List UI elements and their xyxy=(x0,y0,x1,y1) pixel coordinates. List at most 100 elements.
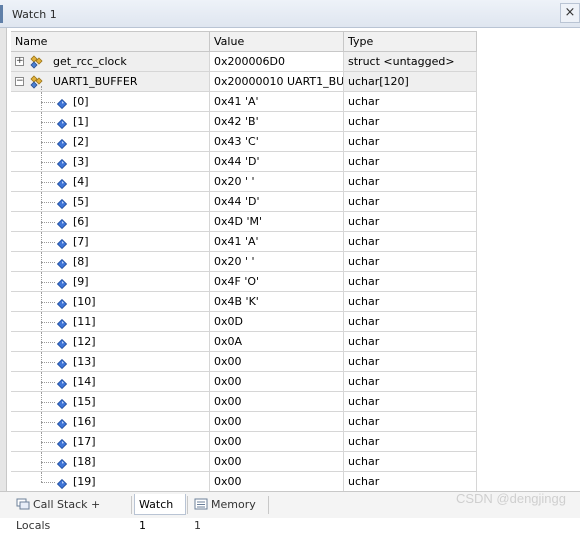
buffer-element-row[interactable]: [5] 0x44 'D' uchar xyxy=(11,192,477,212)
value-cell[interactable]: 0x0A xyxy=(210,332,344,351)
type-cell: uchar xyxy=(344,192,477,211)
value-cell[interactable]: 0x4F 'O' xyxy=(210,272,344,291)
type-cell: uchar xyxy=(344,352,477,371)
left-gutter xyxy=(0,28,7,491)
buffer-element-row[interactable]: [11] 0x0D uchar xyxy=(11,312,477,332)
type-cell: uchar xyxy=(344,292,477,311)
name-cell: [6] xyxy=(11,212,210,231)
value-cell[interactable]: 0x0D xyxy=(210,312,344,331)
value-cell[interactable]: 0x00 xyxy=(210,412,344,431)
expand-icon[interactable]: + xyxy=(15,57,24,66)
buffer-element-row[interactable]: [19] 0x00 uchar xyxy=(11,472,477,492)
name-cell: [19] xyxy=(11,472,210,491)
type-cell: uchar xyxy=(344,92,477,111)
tree-branch xyxy=(41,422,55,423)
buffer-element-row[interactable]: [14] 0x00 uchar xyxy=(11,372,477,392)
element-icon xyxy=(56,196,68,210)
buffer-element-row[interactable]: [4] 0x20 ' ' uchar xyxy=(11,172,477,192)
tree-branch xyxy=(41,322,55,323)
type-cell: uchar[120] xyxy=(344,72,477,91)
tab-separator xyxy=(187,496,188,514)
buffer-element-row[interactable]: [9] 0x4F 'O' uchar xyxy=(11,272,477,292)
type-cell: uchar xyxy=(344,152,477,171)
value-cell[interactable]: 0x00 xyxy=(210,432,344,451)
type-cell: uchar xyxy=(344,332,477,351)
buffer-element-row[interactable]: [15] 0x00 uchar xyxy=(11,392,477,412)
buffer-element-row[interactable]: [6] 0x4D 'M' uchar xyxy=(11,212,477,232)
element-index: [13] xyxy=(73,355,96,368)
type-cell: uchar xyxy=(344,212,477,231)
buffer-element-row[interactable]: [12] 0x0A uchar xyxy=(11,332,477,352)
buffer-element-row[interactable]: [2] 0x43 'C' uchar xyxy=(11,132,477,152)
tree-branch xyxy=(41,402,55,403)
value-cell[interactable]: 0x44 'D' xyxy=(210,192,344,211)
value-cell[interactable]: 0x200006D0 xyxy=(210,52,344,71)
column-header-type[interactable]: Type xyxy=(344,32,477,51)
buffer-element-row[interactable]: [16] 0x00 uchar xyxy=(11,412,477,432)
element-icon xyxy=(56,336,68,350)
tree-branch xyxy=(41,102,55,103)
buffer-element-row[interactable]: [0] 0x41 'A' uchar xyxy=(11,92,477,112)
collapse-icon[interactable]: − xyxy=(15,77,24,86)
name-cell: [9] xyxy=(11,272,210,291)
value-cell[interactable]: 0x00 xyxy=(210,352,344,371)
column-header-value[interactable]: Value xyxy=(210,32,344,51)
type-cell: uchar xyxy=(344,312,477,331)
value-cell[interactable]: 0x42 'B' xyxy=(210,112,344,131)
tab-watch-1[interactable]: Watch 1 xyxy=(134,494,186,532)
memory-icon xyxy=(194,496,208,510)
element-icon xyxy=(56,376,68,390)
struct-icon xyxy=(29,55,45,69)
name-cell: [17] xyxy=(11,432,210,451)
name-cell: [4] xyxy=(11,172,210,191)
value-cell[interactable]: 0x4D 'M' xyxy=(210,212,344,231)
tab-separator xyxy=(131,496,132,514)
value-cell[interactable]: 0x20 ' ' xyxy=(210,252,344,271)
buffer-element-row[interactable]: [18] 0x00 uchar xyxy=(11,452,477,472)
tree-branch xyxy=(41,202,55,203)
element-index: [0] xyxy=(73,95,89,108)
value-cell[interactable]: 0x00 xyxy=(210,452,344,471)
value-cell[interactable]: 0x4B 'K' xyxy=(210,292,344,311)
close-button[interactable]: × xyxy=(560,3,580,23)
watch-grid: Name Value Type + get_rcc_clock 0x200006D0… xyxy=(11,31,477,492)
name-cell: [16] xyxy=(11,412,210,431)
buffer-element-row[interactable]: [13] 0x00 uchar xyxy=(11,352,477,372)
buffer-element-row[interactable]: [10] 0x4B 'K' uchar xyxy=(11,292,477,312)
element-index: [5] xyxy=(73,195,89,208)
element-index: [16] xyxy=(73,415,96,428)
name-cell: [11] xyxy=(11,312,210,331)
tab-label: Watch 1 xyxy=(139,498,174,532)
element-icon xyxy=(56,136,68,150)
buffer-element-row[interactable]: [8] 0x20 ' ' uchar xyxy=(11,252,477,272)
value-cell[interactable]: 0x00 xyxy=(210,372,344,391)
watch-row[interactable]: + get_rcc_clock 0x200006D0 struct <untagged… xyxy=(11,52,477,72)
value-cell[interactable]: 0x44 'D' xyxy=(210,152,344,171)
call-stack-icon xyxy=(16,496,30,510)
buffer-element-row[interactable]: [17] 0x00 uchar xyxy=(11,432,477,452)
element-index: [7] xyxy=(73,235,89,248)
element-icon xyxy=(56,436,68,450)
buffer-element-row[interactable]: [7] 0x41 'A' uchar xyxy=(11,232,477,252)
column-header-name[interactable]: Name xyxy=(11,32,210,51)
element-icon xyxy=(56,316,68,330)
buffer-element-row[interactable]: [3] 0x44 'D' uchar xyxy=(11,152,477,172)
watch-row[interactable]: − UART1_BUFFER 0x20000010 UART1_BU... uchar… xyxy=(11,72,477,92)
value-cell[interactable]: 0x20 ' ' xyxy=(210,172,344,191)
value-cell[interactable]: 0x00 xyxy=(210,392,344,411)
tree-branch xyxy=(41,162,55,163)
element-index: [19] xyxy=(73,475,96,488)
element-icon xyxy=(56,296,68,310)
value-cell[interactable]: 0x00 xyxy=(210,472,344,491)
value-cell[interactable]: 0x41 'A' xyxy=(210,92,344,111)
element-icon xyxy=(56,476,68,490)
buffer-element-row[interactable]: [1] 0x42 'B' uchar xyxy=(11,112,477,132)
value-cell[interactable]: 0x43 'C' xyxy=(210,132,344,151)
variable-name: get_rcc_clock xyxy=(53,55,127,68)
tab-call-stack-locals[interactable]: Call Stack + Locals xyxy=(12,494,132,532)
element-index: [1] xyxy=(73,115,89,128)
value-cell[interactable]: 0x41 'A' xyxy=(210,232,344,251)
tree-branch xyxy=(41,342,55,343)
tab-memory-1[interactable]: Memory 1 xyxy=(190,494,264,532)
value-cell[interactable]: 0x20000010 UART1_BU... xyxy=(210,72,344,91)
